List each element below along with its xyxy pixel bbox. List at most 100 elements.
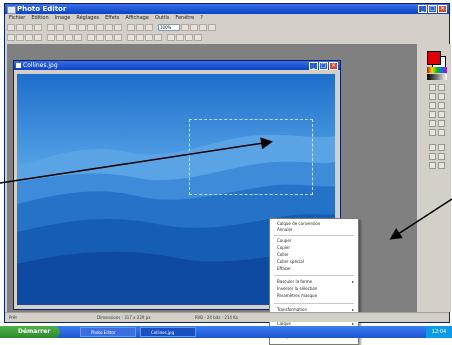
lasso-icon[interactable] bbox=[25, 34, 33, 41]
eyedropper-tool-icon[interactable] bbox=[438, 102, 445, 109]
line-tool-icon[interactable] bbox=[429, 153, 436, 160]
start-button[interactable]: Démarrer bbox=[0, 326, 60, 338]
workspace[interactable]: Collines.jpg _ □ × Calque de conversion … bbox=[7, 44, 417, 345]
ctx-item-effacer[interactable]: Effacer bbox=[277, 266, 354, 272]
gradient-icon[interactable] bbox=[87, 34, 95, 41]
minimize-button[interactable]: _ bbox=[418, 5, 427, 13]
image-close-button[interactable]: × bbox=[329, 62, 338, 70]
menu-fenetre[interactable]: Fenêtre bbox=[175, 14, 194, 22]
menu-edition[interactable]: Edition bbox=[31, 14, 48, 22]
selection-marquee[interactable] bbox=[189, 119, 313, 195]
open-file-icon[interactable] bbox=[16, 24, 24, 31]
ctx-separator bbox=[274, 303, 354, 304]
menu-fichier[interactable]: Fichier bbox=[9, 14, 25, 22]
magic-wand-icon[interactable] bbox=[34, 34, 42, 41]
fill-tool-icon[interactable] bbox=[438, 120, 445, 127]
menu-image[interactable]: Image bbox=[55, 14, 71, 22]
burn-icon[interactable] bbox=[136, 34, 144, 41]
image-minimize-button[interactable]: _ bbox=[309, 62, 318, 70]
wand-tool-icon[interactable] bbox=[438, 93, 445, 100]
move-tool-icon[interactable] bbox=[438, 84, 445, 91]
save-icon[interactable] bbox=[25, 24, 33, 31]
zoom-tool-icon[interactable] bbox=[438, 162, 445, 169]
blur-icon[interactable] bbox=[105, 34, 113, 41]
crop-tool-icon[interactable] bbox=[429, 102, 436, 109]
ctx-item-basculer-forme[interactable]: Basculer la forme ▸ bbox=[277, 279, 354, 285]
lasso-tool-icon[interactable] bbox=[429, 93, 436, 100]
menu-bar: Fichier Edition Image Réglages Effets Af… bbox=[5, 14, 449, 22]
eyedropper-icon[interactable] bbox=[185, 34, 193, 41]
resize-icon[interactable] bbox=[105, 24, 113, 31]
text-icon[interactable] bbox=[127, 24, 135, 31]
main-toolbar: 100% bbox=[7, 23, 447, 32]
ctx-item-parametres-masque[interactable]: Paramètres masque bbox=[277, 293, 354, 299]
ellipse-tool-icon[interactable] bbox=[438, 144, 445, 151]
primary-color-swatch[interactable] bbox=[427, 51, 441, 65]
select-ellipse-icon[interactable] bbox=[16, 34, 24, 41]
color-palette[interactable] bbox=[427, 67, 447, 73]
redo-icon[interactable] bbox=[56, 24, 64, 31]
mask-icon[interactable] bbox=[145, 24, 153, 31]
image-maximize-button[interactable]: □ bbox=[319, 62, 328, 70]
ctx-item-coller-special[interactable]: Coller spécial bbox=[277, 259, 354, 265]
line-icon[interactable] bbox=[176, 34, 184, 41]
fit-window-icon[interactable] bbox=[199, 24, 207, 31]
layers-icon[interactable] bbox=[136, 24, 144, 31]
image-titlebar[interactable]: Collines.jpg _ □ × bbox=[14, 61, 340, 70]
copy-icon[interactable] bbox=[78, 24, 86, 31]
gray-palette[interactable] bbox=[427, 74, 447, 80]
ctx-separator bbox=[274, 235, 354, 236]
zoom-in-icon[interactable] bbox=[181, 24, 189, 31]
text-tool-icon[interactable] bbox=[438, 129, 445, 136]
hand-tool-icon[interactable] bbox=[429, 162, 436, 169]
menu-outils[interactable]: Outils bbox=[155, 14, 169, 22]
select-rect-icon[interactable] bbox=[7, 34, 15, 41]
menu-aide[interactable]: ? bbox=[200, 14, 203, 22]
pencil-tool-icon[interactable] bbox=[429, 111, 436, 118]
crop-icon[interactable] bbox=[96, 24, 104, 31]
menu-affichage[interactable]: Affichage bbox=[125, 14, 149, 22]
shape-icon[interactable] bbox=[167, 34, 175, 41]
actual-size-icon[interactable] bbox=[208, 24, 216, 31]
undo-icon[interactable] bbox=[47, 24, 55, 31]
taskbar-item-image[interactable]: Collines.jpg bbox=[140, 327, 196, 337]
selection-tool-icon[interactable] bbox=[429, 84, 436, 91]
menu-effets[interactable]: Effets bbox=[105, 14, 119, 22]
clone-tool-icon[interactable] bbox=[429, 129, 436, 136]
secondary-toolbar bbox=[7, 33, 447, 42]
ctx-item-annuler[interactable]: Annuler bbox=[277, 227, 354, 233]
system-tray-clock: 12:04 bbox=[426, 326, 452, 338]
cut-icon[interactable] bbox=[69, 24, 77, 31]
ctx-item-copier[interactable]: Copier bbox=[277, 245, 354, 251]
maximize-button[interactable]: □ bbox=[428, 5, 437, 13]
ctx-item-couper[interactable]: Couper bbox=[277, 238, 354, 244]
fill-icon[interactable] bbox=[74, 34, 82, 41]
dodge-icon[interactable] bbox=[127, 34, 135, 41]
ctx-item-inverser-selection[interactable]: Inverser la sélection bbox=[277, 286, 354, 292]
eraser-icon[interactable] bbox=[65, 34, 73, 41]
ctx-separator bbox=[274, 275, 354, 276]
close-button[interactable]: × bbox=[438, 5, 447, 13]
pencil-icon[interactable] bbox=[56, 34, 64, 41]
polygon-tool-icon[interactable] bbox=[438, 153, 445, 160]
rectangle-tool-icon[interactable] bbox=[429, 144, 436, 151]
paste-icon[interactable] bbox=[87, 24, 95, 31]
sponge-icon[interactable] bbox=[145, 34, 153, 41]
ctx-item-coller[interactable]: Coller bbox=[277, 252, 354, 258]
zoom-out-icon[interactable] bbox=[190, 24, 198, 31]
rotate-icon[interactable] bbox=[114, 24, 122, 31]
sharpen-icon[interactable] bbox=[114, 34, 122, 41]
smudge-icon[interactable] bbox=[154, 34, 162, 41]
clone-icon[interactable] bbox=[96, 34, 104, 41]
hand-icon[interactable] bbox=[194, 34, 202, 41]
brush-icon[interactable] bbox=[47, 34, 55, 41]
print-icon[interactable] bbox=[34, 24, 42, 31]
tools-palette bbox=[423, 44, 451, 312]
eraser-tool-icon[interactable] bbox=[429, 120, 436, 127]
new-file-icon[interactable] bbox=[7, 24, 15, 31]
app-titlebar[interactable]: Photo Editor _ □ × bbox=[5, 4, 449, 14]
menu-reglages[interactable]: Réglages bbox=[76, 14, 99, 22]
taskbar-item-photo-editor[interactable]: Photo Editor bbox=[80, 327, 136, 337]
brush-tool-icon[interactable] bbox=[438, 111, 445, 118]
zoom-select[interactable]: 100% bbox=[158, 24, 180, 31]
